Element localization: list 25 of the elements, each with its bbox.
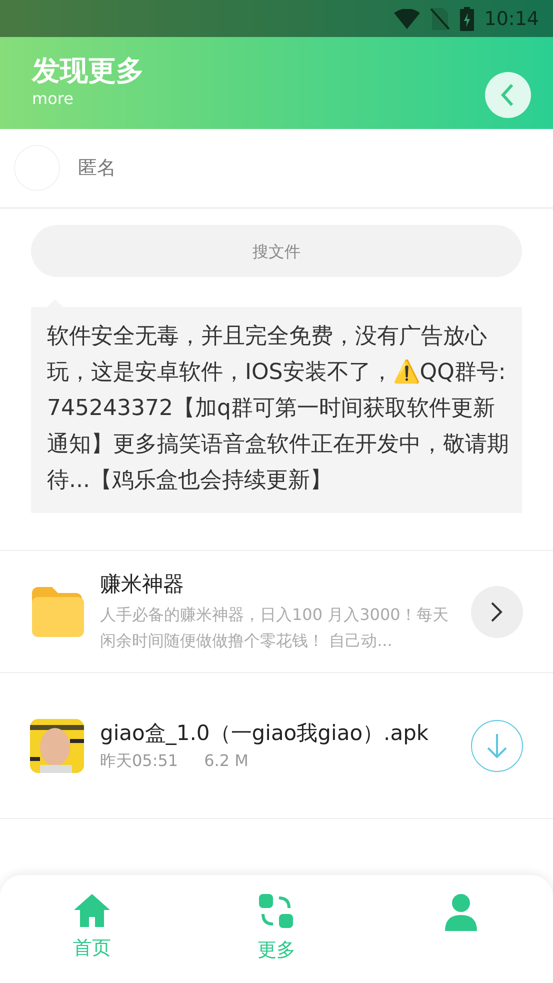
search-field[interactable]: 搜文件 [31, 225, 522, 277]
wifi-icon [394, 8, 420, 28]
open-button[interactable] [471, 586, 523, 638]
battery-icon [460, 6, 474, 30]
refresh-icon [258, 893, 294, 929]
download-icon [486, 732, 508, 758]
page-subtitle: more [32, 89, 74, 108]
notice-text: 软件安全无毒，并且完全免费，没有广告放心玩，这是安卓软件，IOS安装不了，⚠QQ群号:745243372【加q群可第一时间获取软件更新通知】更多搞笑语音盒软件正在开发中，敬请期待...【鸡乐盒也会持续更新】 [31, 307, 522, 513]
download-button[interactable] [471, 720, 523, 772]
page-title: 发现更多 [32, 53, 144, 89]
chevron-right-icon [490, 600, 504, 622]
home-icon [73, 893, 112, 927]
person-icon [442, 893, 479, 931]
item-title: giao盒_1.0（一giao我giao）.apk [100, 720, 430, 747]
user-name: 匿名 [78, 156, 116, 181]
item-title: 赚米神器 [100, 570, 185, 598]
back-button[interactable] [485, 72, 531, 118]
nav-tab[interactable]: 首页 [0, 875, 184, 983]
no-sim-icon [430, 8, 450, 30]
item-description: 人手必备的赚米神器，日入100 月入3000！每天闲余时间随便做做撸个零花钱！ 自己动... [100, 604, 450, 652]
folder-icon [30, 584, 84, 638]
item-date: 昨天05:51 [100, 751, 178, 772]
nav-tab[interactable]: 更多 [184, 875, 369, 983]
clock-time: 10:14 [484, 8, 539, 30]
item-size: 6.2 M [204, 751, 248, 772]
